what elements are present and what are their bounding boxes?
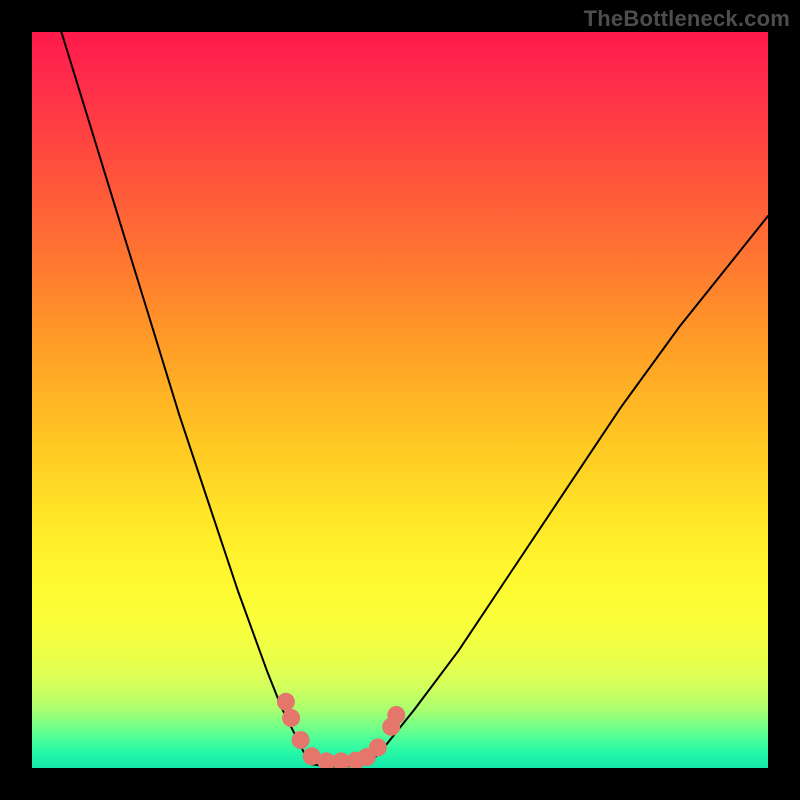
curve-left-branch [61, 32, 311, 764]
data-marker [277, 693, 295, 711]
data-marker [282, 709, 300, 727]
chart-frame: TheBottleneck.com [0, 0, 800, 800]
marker-group [277, 693, 405, 768]
attribution-label: TheBottleneck.com [584, 6, 790, 32]
plot-area [32, 32, 768, 768]
data-marker [387, 706, 405, 724]
data-marker [369, 738, 387, 756]
curve-right-branch [371, 216, 768, 762]
data-marker [292, 731, 310, 749]
chart-overlay-svg [32, 32, 768, 768]
